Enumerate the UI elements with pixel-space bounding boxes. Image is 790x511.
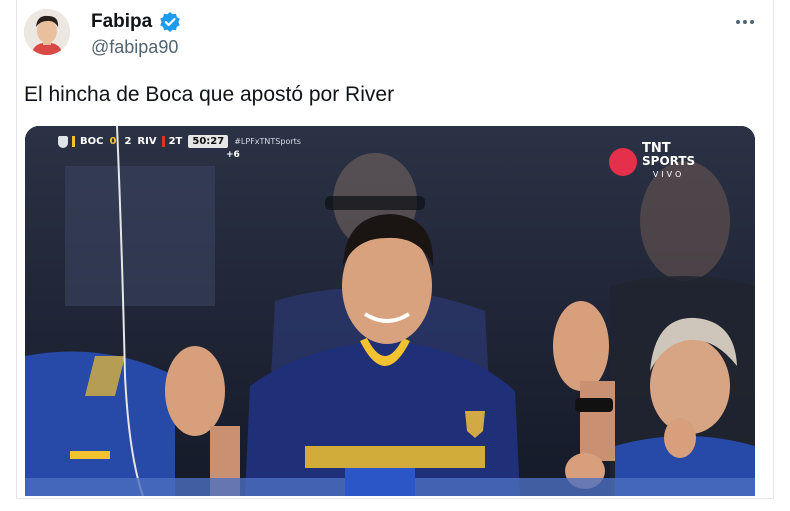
scorebug: BOC 0 2 RIV 2T 50:27 #LPFxTNTSports: [58, 133, 301, 150]
broadcast-frame-image: [25, 126, 755, 496]
away-team: RIV: [137, 136, 157, 147]
away-color-bar: [161, 136, 165, 147]
author-name[interactable]: Fabipa: [91, 11, 152, 33]
author-handle[interactable]: @fabipa90: [91, 37, 178, 58]
tnt-logo-icon: [609, 147, 637, 176]
broadcaster-live: VIVO: [652, 170, 685, 179]
away-score: 2: [124, 136, 132, 147]
league-crest-icon: [58, 135, 68, 148]
avatar[interactable]: [24, 9, 70, 55]
home-team: BOC: [80, 136, 104, 147]
broadcast-hashtag: #LPFxTNTSports: [234, 137, 301, 146]
tweet-media[interactable]: [25, 126, 755, 496]
home-color-bar: [72, 136, 75, 147]
match-clock: 50:27: [188, 135, 229, 148]
verified-badge-icon: [159, 11, 181, 33]
tnt-sports-logo: TNT SPORTS VIVO: [609, 142, 695, 181]
added-time: +6: [226, 150, 240, 160]
more-options-icon[interactable]: [728, 12, 762, 32]
broadcaster-line2: SPORTS: [642, 154, 696, 168]
home-score: 0: [109, 136, 117, 147]
tweet-text: El hincha de Boca que apostó por River: [24, 83, 395, 106]
period: 2T: [168, 136, 183, 147]
